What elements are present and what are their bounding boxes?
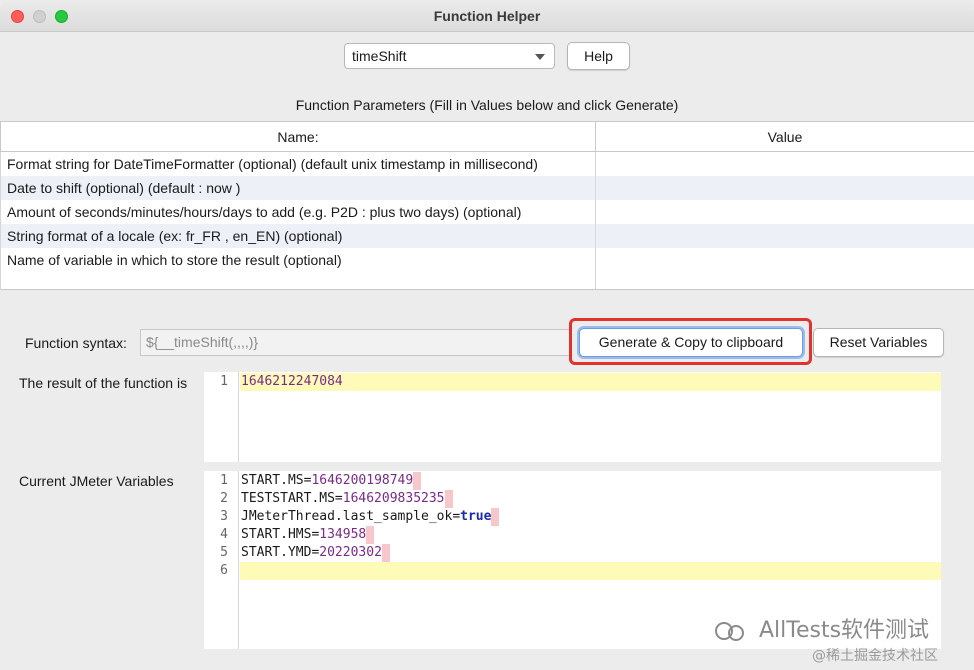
param-value-cell[interactable] [595, 151, 974, 176]
line-number: 1 [220, 374, 228, 389]
code-line: 5 START.YMD=20220302 [204, 544, 941, 562]
code-line: 1 1646212247084 [204, 373, 941, 391]
function-syntax-field[interactable]: ${__timeShift(,,,,)} [140, 329, 572, 356]
watermark-text: AllTests软件测试 [759, 618, 930, 643]
variable-key: JMeterThread.last_sample_ok= [241, 509, 461, 524]
line-number: 5 [220, 545, 228, 560]
variable-line: START.MS=1646200198749 [241, 472, 422, 490]
param-value-cell-empty[interactable] [595, 271, 974, 290]
result-editor[interactable]: 1 1646212247084 [204, 372, 941, 462]
trailing-marker [444, 490, 453, 508]
function-select-value: timeShift [352, 48, 407, 64]
trailing-marker [366, 526, 375, 544]
current-line-highlight [240, 373, 941, 391]
chevron-down-icon [535, 54, 545, 60]
line-number: 3 [220, 509, 228, 524]
variable-value: 1646200198749 [311, 473, 414, 488]
help-button[interactable]: Help [567, 42, 630, 70]
param-name: String format of a locale (ex: fr_FR , e… [0, 223, 596, 248]
result-label: The result of the function is [19, 375, 188, 391]
title-bar: Function Helper [0, 0, 974, 32]
line-number: 4 [220, 527, 228, 542]
window-title: Function Helper [433, 8, 541, 24]
result-value: 1646212247084 [241, 373, 343, 391]
trailing-marker [491, 508, 500, 526]
variable-key: START.YMD= [241, 545, 320, 560]
param-value-cell[interactable] [595, 247, 974, 272]
param-value-cell[interactable] [595, 199, 974, 224]
column-header-value: Value [595, 121, 974, 152]
generate-copy-button[interactable]: Generate & Copy to clipboard [579, 328, 803, 357]
watermark-sub: @稀土掘金技术社区 [812, 648, 938, 664]
variable-key: TESTSTART.MS= [241, 491, 343, 506]
result-number: 1646212247084 [241, 374, 343, 389]
column-header-name: Name: [0, 121, 596, 152]
param-name: Amount of seconds/minutes/hours/days to … [0, 199, 596, 224]
variable-value: 1646209835235 [342, 491, 445, 506]
params-caption: Function Parameters (Fill in Values belo… [295, 97, 679, 113]
code-line: 4 START.HMS=134958 [204, 526, 941, 544]
function-helper-window: Function Helper timeShift Help Function … [0, 0, 974, 670]
variable-value: 20220302 [319, 545, 382, 560]
line-number: 1 [220, 473, 228, 488]
table-row: Format string for DateTimeFormatter (opt… [0, 151, 974, 176]
watermark: AllTests软件测试 [712, 612, 929, 644]
param-name: Name of variable in which to store the r… [0, 247, 596, 272]
variable-line: JMeterThread.last_sample_ok=true [241, 508, 500, 526]
param-value-cell[interactable] [595, 175, 974, 200]
line-number: 2 [220, 491, 228, 506]
reset-variables-button[interactable]: Reset Variables [813, 328, 944, 357]
param-name: Format string for DateTimeFormatter (opt… [0, 151, 596, 176]
param-name-empty [0, 271, 596, 290]
current-line-highlight [240, 562, 941, 580]
variable-value: 134958 [319, 527, 367, 542]
variable-key: START.MS= [241, 473, 312, 488]
param-name: Date to shift (optional) (default : now … [0, 175, 596, 200]
variable-value: true [460, 509, 492, 524]
table-row: String format of a locale (ex: fr_FR , e… [0, 223, 974, 248]
variable-line: START.YMD=20220302 [241, 544, 390, 562]
variable-line: START.HMS=134958 [241, 526, 375, 544]
param-value-cell[interactable] [595, 223, 974, 248]
variables-label: Current JMeter Variables [19, 473, 174, 489]
table-row: Name of variable in which to store the r… [0, 247, 974, 272]
function-select[interactable]: timeShift [344, 43, 555, 69]
variable-line: TESTSTART.MS=1646209835235 [241, 490, 453, 508]
table-row: Amount of seconds/minutes/hours/days to … [0, 199, 974, 224]
function-syntax-label: Function syntax: [25, 335, 127, 351]
table-row: Date to shift (optional) (default : now … [0, 175, 974, 200]
variable-key: START.HMS= [241, 527, 320, 542]
params-table: Name: Value Format string for DateTimeFo… [0, 121, 974, 290]
table-row-empty [0, 271, 974, 290]
code-line: 1 START.MS=1646200198749 [204, 472, 941, 490]
code-line: 3 JMeterThread.last_sample_ok=true [204, 508, 941, 526]
trailing-marker [381, 544, 390, 562]
line-number: 6 [220, 563, 228, 578]
trailing-marker [413, 472, 422, 490]
code-line: 2 TESTSTART.MS=1646209835235 [204, 490, 941, 508]
wechat-icon [715, 622, 744, 641]
code-line: 6 [204, 562, 941, 580]
